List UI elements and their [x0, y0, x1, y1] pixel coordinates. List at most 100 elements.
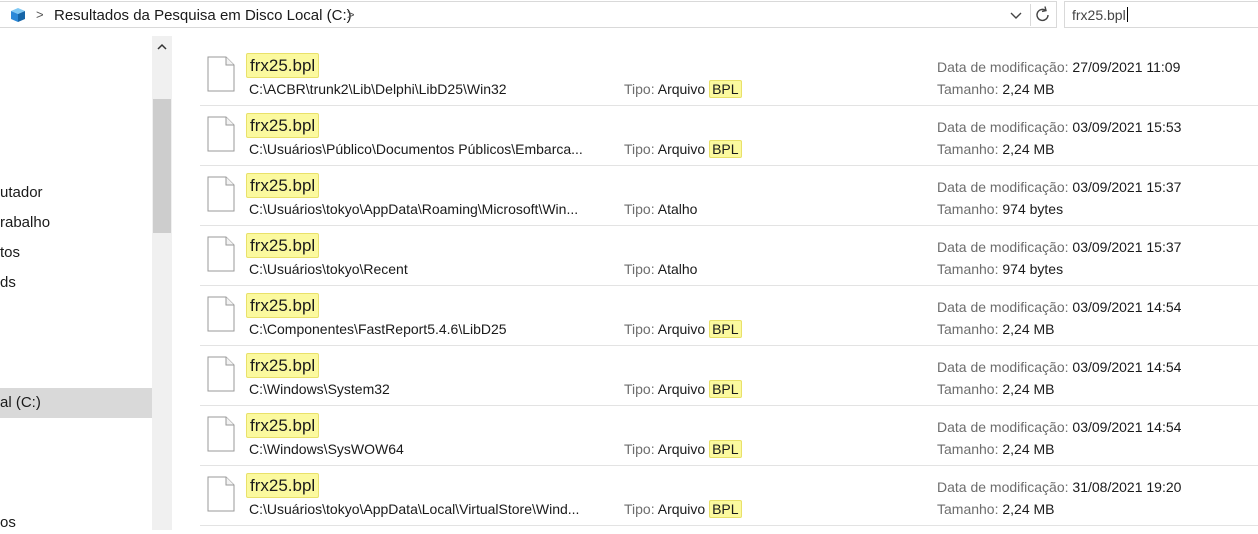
type-value: Arquivo [657, 141, 706, 157]
size-value: 974 bytes [1002, 201, 1064, 217]
file-name[interactable]: frx25.bpl [246, 53, 320, 78]
file-type: Tipo: Arquivo BPL [624, 80, 742, 99]
file-icon [207, 416, 235, 452]
file-size: Tamanho: 2,24 MB [937, 141, 1055, 157]
type-label: Tipo: [624, 261, 655, 277]
result-row[interactable]: frx25.bpl C:\ACBR\trunk2\Lib\Delphi\LibD… [200, 46, 1258, 106]
size-label: Tamanho: [937, 321, 999, 337]
nav-item[interactable]: ds [0, 274, 16, 291]
type-value: Atalho [657, 261, 698, 277]
breadcrumb-chevron-icon[interactable]: > [36, 7, 44, 22]
file-path: C:\ACBR\trunk2\Lib\Delphi\LibD25\Win32 [249, 81, 507, 97]
breadcrumb-chevron-icon[interactable]: > [347, 7, 355, 22]
type-extension: BPL [709, 500, 742, 518]
search-results-list: frx25.bpl C:\ACBR\trunk2\Lib\Delphi\LibD… [200, 46, 1258, 534]
nav-item[interactable]: tos [0, 244, 20, 261]
nav-item[interactable]: utador [0, 184, 43, 201]
size-value: 2,24 MB [1002, 501, 1055, 517]
file-icon [207, 476, 235, 512]
file-path: C:\Windows\SysWOW64 [249, 441, 404, 457]
file-name[interactable]: frx25.bpl [246, 353, 320, 378]
modified-label: Data de modificação: [937, 419, 1069, 435]
size-value: 2,24 MB [1002, 381, 1055, 397]
modified-value: 03/09/2021 15:37 [1072, 179, 1182, 195]
file-name[interactable]: frx25.bpl [246, 173, 320, 198]
file-type: Tipo: Arquivo BPL [624, 440, 742, 459]
type-extension: BPL [709, 380, 742, 398]
nav-item[interactable]: os [0, 514, 16, 531]
result-row[interactable]: frx25.bpl C:\Usuários\Público\Documentos… [200, 106, 1258, 166]
file-name[interactable]: frx25.bpl [246, 413, 320, 438]
result-row[interactable]: frx25.bpl C:\Componentes\FastReport5.4.6… [200, 286, 1258, 346]
file-icon [207, 56, 235, 92]
address-bar[interactable]: > Resultados da Pesquisa em Disco Local … [0, 1, 1057, 28]
file-name[interactable]: frx25.bpl [246, 293, 320, 318]
size-label: Tamanho: [937, 381, 999, 397]
type-value: Arquivo [657, 321, 706, 337]
file-icon [207, 116, 235, 152]
size-value: 2,24 MB [1002, 321, 1055, 337]
modified-value: 31/08/2021 19:20 [1072, 479, 1182, 495]
file-name[interactable]: frx25.bpl [246, 473, 320, 498]
file-modified: Data de modificação: 03/09/2021 14:54 [937, 419, 1181, 435]
refresh-icon[interactable] [1030, 4, 1055, 26]
file-modified: Data de modificação: 03/09/2021 14:54 [937, 299, 1181, 315]
chevron-down-icon[interactable] [1007, 6, 1025, 24]
file-modified: Data de modificação: 03/09/2021 15:53 [937, 119, 1181, 135]
file-icon [207, 236, 235, 272]
modified-value: 27/09/2021 11:09 [1072, 59, 1181, 75]
result-row[interactable]: frx25.bpl C:\Usuários\tokyo\AppData\Loca… [200, 466, 1258, 526]
file-modified: Data de modificação: 03/09/2021 14:54 [937, 359, 1181, 375]
breadcrumb[interactable]: Resultados da Pesquisa em Disco Local (C… [54, 7, 352, 24]
search-results-folder-icon [11, 8, 25, 22]
result-row[interactable]: frx25.bpl C:\Usuários\tokyo\AppData\Roam… [200, 166, 1258, 226]
type-value: Arquivo [657, 501, 706, 517]
modified-label: Data de modificação: [937, 59, 1069, 75]
file-size: Tamanho: 2,24 MB [937, 81, 1055, 97]
file-path: C:\Usuários\tokyo\AppData\Local\VirtualS… [249, 501, 580, 517]
file-modified: Data de modificação: 31/08/2021 19:20 [937, 479, 1181, 495]
nav-item[interactable]: rabalho [0, 214, 50, 231]
file-size: Tamanho: 974 bytes [937, 261, 1063, 277]
type-label: Tipo: [624, 201, 655, 217]
size-value: 974 bytes [1002, 261, 1064, 277]
chevron-up-icon[interactable] [155, 40, 169, 54]
size-label: Tamanho: [937, 201, 999, 217]
type-label: Tipo: [624, 81, 655, 97]
type-label: Tipo: [624, 441, 655, 457]
file-name[interactable]: frx25.bpl [246, 233, 320, 258]
file-size: Tamanho: 974 bytes [937, 201, 1063, 217]
size-label: Tamanho: [937, 441, 999, 457]
modified-label: Data de modificação: [937, 119, 1069, 135]
modified-value: 03/09/2021 14:54 [1072, 419, 1182, 435]
file-name[interactable]: frx25.bpl [246, 113, 320, 138]
type-extension: BPL [709, 80, 742, 98]
search-input[interactable]: frx25.bpl [1064, 1, 1258, 28]
result-row[interactable]: frx25.bpl C:\Windows\System32 Tipo: Arqu… [200, 346, 1258, 406]
size-label: Tamanho: [937, 261, 999, 277]
search-query[interactable]: frx25.bpl [1072, 7, 1126, 23]
file-icon [207, 296, 235, 332]
scrollbar-thumb[interactable] [153, 99, 171, 233]
file-modified: Data de modificação: 03/09/2021 15:37 [937, 179, 1181, 195]
modified-label: Data de modificação: [937, 359, 1069, 375]
file-type: Tipo: Arquivo BPL [624, 320, 742, 339]
file-size: Tamanho: 2,24 MB [937, 381, 1055, 397]
nav-item-local-disk[interactable]: al (C:) [0, 394, 41, 411]
type-value: Arquivo [657, 381, 706, 397]
result-row[interactable]: frx25.bpl C:\Windows\SysWOW64 Tipo: Arqu… [200, 406, 1258, 466]
navigation-pane: utador rabalho tos ds al (C:) os [0, 36, 152, 534]
type-value: Arquivo [657, 441, 706, 457]
file-icon [207, 356, 235, 392]
result-row[interactable]: frx25.bpl C:\Usuários\tokyo\Recent Tipo:… [200, 226, 1258, 286]
file-size: Tamanho: 2,24 MB [937, 321, 1055, 337]
toolbar: > Resultados da Pesquisa em Disco Local … [0, 0, 1258, 30]
size-label: Tamanho: [937, 81, 999, 97]
file-type: Tipo: Arquivo BPL [624, 500, 742, 519]
text-caret [1126, 7, 1128, 22]
file-icon [207, 176, 235, 212]
nav-scrollbar[interactable] [152, 36, 172, 530]
type-extension: BPL [709, 440, 742, 458]
type-label: Tipo: [624, 501, 655, 517]
file-size: Tamanho: 2,24 MB [937, 501, 1055, 517]
